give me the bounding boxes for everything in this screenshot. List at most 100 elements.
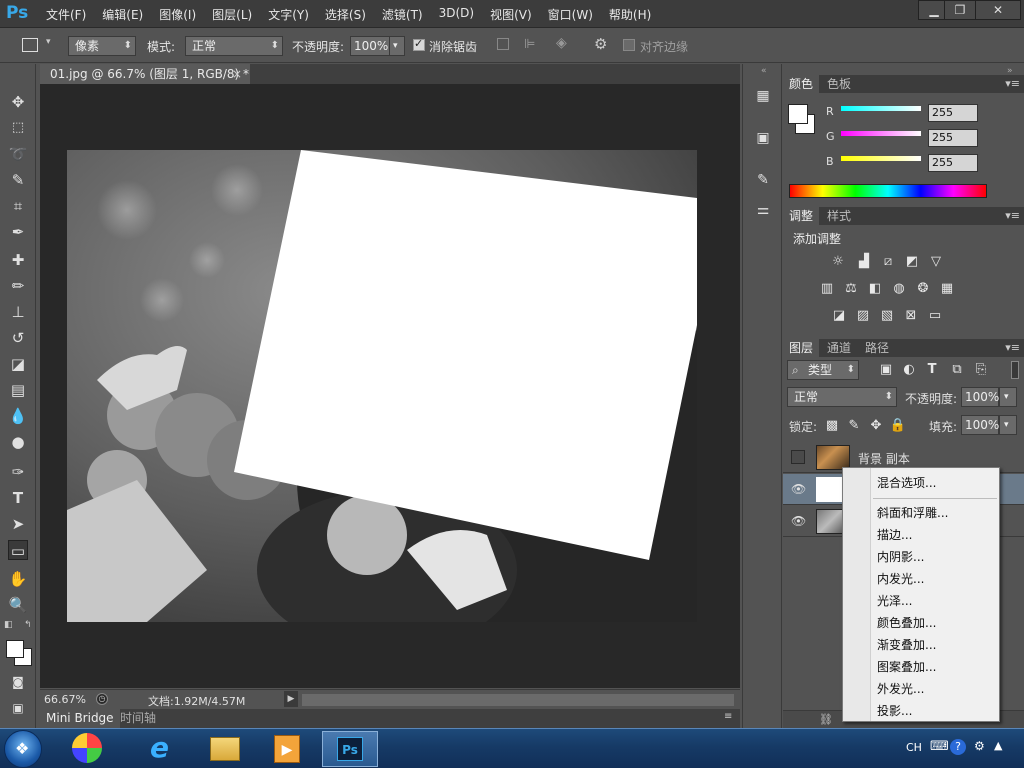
color-balance-icon[interactable]: ⚖ bbox=[842, 281, 860, 297]
filter-smart-object-icon[interactable]: ⎘ bbox=[972, 362, 990, 378]
history-panel-icon[interactable]: ▦ bbox=[753, 86, 773, 106]
color-lookup-icon[interactable]: ▦ bbox=[938, 281, 956, 297]
channel-mixer-icon[interactable]: ❂ bbox=[914, 281, 932, 297]
photoshop-taskbar-icon[interactable]: Ps bbox=[322, 731, 378, 767]
align-edges-checkbox[interactable] bbox=[623, 39, 635, 51]
color-panel-menu-icon[interactable]: ▾≡ bbox=[1005, 77, 1020, 90]
visibility-toggle[interactable] bbox=[791, 450, 805, 464]
collapse-icon[interactable]: « bbox=[761, 66, 767, 76]
menu-item-satin[interactable]: 光泽... bbox=[877, 592, 912, 609]
invert-icon[interactable]: ◪ bbox=[830, 308, 848, 324]
layer-opacity-dropdown-icon[interactable]: ▾ bbox=[999, 387, 1017, 407]
tab-paths[interactable]: 路径 bbox=[859, 339, 895, 357]
tab-channels[interactable]: 通道 bbox=[821, 339, 857, 357]
lock-pixels-icon[interactable]: ✎ bbox=[845, 418, 863, 434]
photo-filter-icon[interactable]: ◍ bbox=[890, 281, 908, 297]
brush-tool-icon[interactable]: ✏ bbox=[8, 276, 28, 296]
quick-mask-icon[interactable]: ◙ bbox=[8, 672, 28, 692]
panel-menu-icon[interactable]: ≡ bbox=[724, 711, 732, 722]
curves-icon[interactable]: ⧄ bbox=[879, 254, 897, 270]
tab-timeline[interactable]: 时间轴 bbox=[114, 709, 162, 728]
healing-brush-tool-icon[interactable]: ✚ bbox=[8, 250, 28, 270]
show-hidden-icons-icon[interactable]: ▲ bbox=[994, 739, 1002, 752]
status-info-icon[interactable]: ◷ bbox=[96, 693, 108, 705]
lasso-tool-icon[interactable]: ➰ bbox=[8, 144, 28, 164]
restore-icon[interactable]: ❐ bbox=[944, 0, 976, 20]
blur-tool-icon[interactable]: 💧 bbox=[8, 406, 28, 426]
document-tab[interactable]: 01.jpg @ 66.7% (图层 1, RGB/8) * × bbox=[40, 64, 250, 84]
quick-select-tool-icon[interactable]: ✎ bbox=[8, 170, 28, 190]
eraser-tool-icon[interactable]: ◪ bbox=[8, 354, 28, 374]
opacity-input[interactable]: 100% bbox=[350, 36, 390, 56]
unit-select[interactable]: 像素 bbox=[68, 36, 136, 56]
menu-layer[interactable]: 图层(L) bbox=[212, 6, 252, 23]
foreground-color-swatch[interactable] bbox=[788, 104, 808, 124]
menu-item-pattern-overlay[interactable]: 图案叠加... bbox=[877, 658, 936, 675]
move-tool-icon[interactable]: ✥ bbox=[8, 92, 28, 112]
path-ops-icon[interactable] bbox=[497, 38, 509, 50]
fill-input[interactable]: 100% bbox=[961, 415, 999, 435]
menu-item-color-overlay[interactable]: 颜色叠加... bbox=[877, 614, 936, 631]
channel-b-slider[interactable] bbox=[841, 156, 921, 161]
foreground-color-swatch[interactable] bbox=[6, 640, 24, 658]
menu-select[interactable]: 选择(S) bbox=[325, 6, 366, 23]
link-layers-icon[interactable]: ⛓ bbox=[819, 713, 833, 726]
marquee-tool-icon[interactable]: ⬚ bbox=[8, 118, 28, 138]
gradient-map-icon[interactable]: ▭ bbox=[926, 308, 944, 324]
media-center-icon[interactable] bbox=[60, 731, 116, 767]
keyboard-icon[interactable]: ⌨ bbox=[930, 739, 949, 754]
close-icon[interactable]: ✕ bbox=[975, 0, 1021, 20]
vibrance-icon[interactable]: ▽ bbox=[927, 254, 945, 270]
filter-toggle[interactable] bbox=[1011, 361, 1019, 379]
zoom-level[interactable]: 66.67% bbox=[44, 693, 86, 706]
posterize-icon[interactable]: ▨ bbox=[854, 308, 872, 324]
eye-icon[interactable]: 👁 bbox=[791, 514, 806, 528]
rectangle-tool-icon[interactable]: ▭ bbox=[8, 540, 28, 560]
menu-item-bevel-emboss[interactable]: 斜面和浮雕... bbox=[877, 504, 948, 521]
layers-panel-menu-icon[interactable]: ▾≡ bbox=[1005, 341, 1020, 354]
layer-opacity-input[interactable]: 100% bbox=[961, 387, 999, 407]
antialias-checkbox[interactable]: ✓ bbox=[413, 37, 425, 51]
properties-panel-icon[interactable]: ▣ bbox=[753, 128, 773, 148]
history-brush-tool-icon[interactable]: ↺ bbox=[8, 328, 28, 348]
swap-colors-icon[interactable]: ↰ bbox=[24, 620, 32, 630]
brightness-icon[interactable]: ☼ bbox=[829, 254, 847, 270]
type-tool-icon[interactable]: T bbox=[8, 488, 28, 508]
tool-preset-dropdown-icon[interactable]: ▾ bbox=[46, 37, 51, 47]
brush-panel-icon[interactable]: ✎ bbox=[753, 170, 773, 190]
crop-tool-icon[interactable]: ⌗ bbox=[8, 196, 28, 216]
layer-name[interactable]: 背景 副本 bbox=[858, 450, 910, 467]
menu-3d[interactable]: 3D(D) bbox=[439, 6, 474, 23]
rectangle-tool-icon[interactable] bbox=[22, 38, 38, 52]
path-arrange-icon[interactable]: ◈ bbox=[556, 35, 567, 51]
tab-layers[interactable]: 图层 bbox=[783, 339, 820, 357]
filter-shape-icon[interactable]: ⧉ bbox=[948, 362, 966, 378]
color-spectrum-ramp[interactable] bbox=[789, 184, 987, 198]
menu-help[interactable]: 帮助(H) bbox=[609, 6, 651, 23]
menu-item-outer-glow[interactable]: 外发光... bbox=[877, 680, 924, 697]
pen-tool-icon[interactable]: ✑ bbox=[8, 462, 28, 482]
tab-swatches[interactable]: 色板 bbox=[821, 75, 857, 93]
lock-all-icon[interactable]: 🔒 bbox=[889, 418, 907, 434]
start-button-icon[interactable]: ❖ bbox=[4, 730, 42, 768]
lock-transparent-icon[interactable]: ▩ bbox=[823, 418, 841, 434]
menu-edit[interactable]: 编辑(E) bbox=[102, 6, 143, 23]
menu-item-gradient-overlay[interactable]: 渐变叠加... bbox=[877, 636, 936, 653]
menu-item-stroke[interactable]: 描边... bbox=[877, 526, 912, 543]
status-menu-arrow-icon[interactable]: ▶ bbox=[284, 691, 298, 707]
blend-mode-select[interactable]: 正常 bbox=[787, 387, 897, 407]
menu-file[interactable]: 文件(F) bbox=[46, 6, 86, 23]
screen-mode-icon[interactable]: ▣ bbox=[8, 698, 28, 718]
filter-type-icon[interactable]: T bbox=[923, 362, 941, 378]
tab-color[interactable]: 颜色 bbox=[783, 75, 820, 93]
zoom-tool-icon[interactable]: 🔍 bbox=[8, 595, 28, 615]
menu-image[interactable]: 图像(I) bbox=[159, 6, 196, 23]
filter-adjustment-icon[interactable]: ◐ bbox=[900, 362, 918, 378]
channel-g-slider[interactable] bbox=[841, 131, 921, 136]
hue-saturation-icon[interactable]: ▥ bbox=[818, 281, 836, 297]
default-colors-icon[interactable]: ◧ bbox=[4, 620, 13, 630]
channel-b-value[interactable]: 255 bbox=[928, 154, 978, 172]
lock-position-icon[interactable]: ✥ bbox=[867, 418, 885, 434]
help-icon[interactable]: ? bbox=[950, 739, 966, 755]
settings-icon[interactable]: ⚙ bbox=[974, 739, 985, 753]
